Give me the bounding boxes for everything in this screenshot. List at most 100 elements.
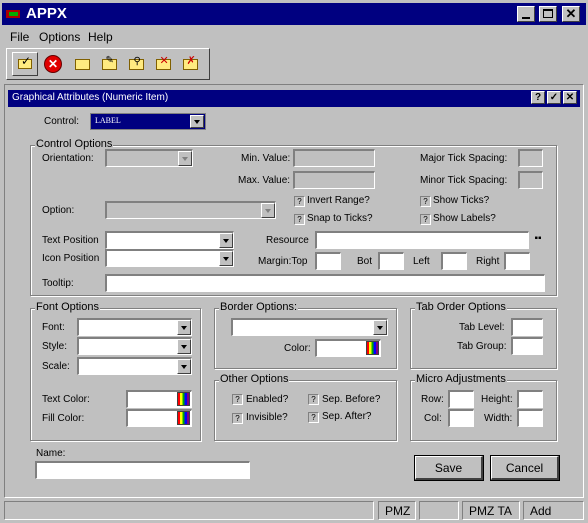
close-button[interactable]: ✕ <box>562 6 580 22</box>
chevron-down-icon[interactable] <box>219 251 233 266</box>
fill-color-label: Fill Color: <box>42 413 85 424</box>
border-color-field[interactable] <box>315 339 381 357</box>
font-select[interactable] <box>77 318 192 336</box>
search-folder-icon[interactable]: ⚲ <box>123 52 149 76</box>
minimize-button[interactable] <box>517 6 535 22</box>
width-label: Width: <box>484 413 513 424</box>
invert-range-checkbox[interactable]: ? <box>294 196 305 207</box>
window-title-bar: APPX ✕ <box>2 3 586 25</box>
major-tick-label: Major Tick Spacing: <box>420 153 508 164</box>
border-color-label: Color: <box>284 343 311 354</box>
option-label: Option: <box>42 205 75 216</box>
status-pmz: PMZ <box>378 501 416 520</box>
min-value-label: Min. Value: <box>241 153 291 164</box>
name-label: Name: <box>36 448 66 459</box>
width-field[interactable] <box>517 409 543 427</box>
margin-bot-field[interactable] <box>378 252 404 270</box>
tab-group-label: Tab Group: <box>457 341 507 352</box>
chevron-down-icon[interactable] <box>219 233 233 248</box>
margin-top-field[interactable] <box>315 252 341 270</box>
maximize-button[interactable] <box>539 6 557 22</box>
chevron-down-icon[interactable] <box>373 320 387 335</box>
menu-help[interactable]: Help <box>88 30 113 44</box>
border-options-title: Border Options: <box>219 301 299 313</box>
row-label: Row: <box>421 394 444 405</box>
margin-left-field[interactable] <box>441 252 467 270</box>
control-label: Control: <box>44 116 80 127</box>
menu-options[interactable]: Options <box>39 30 80 44</box>
height-field[interactable] <box>517 390 543 408</box>
dialog-title-bar: Graphical Attributes (Numeric Item) ? ✓ … <box>8 90 580 107</box>
sep-before-label: Sep. Before? <box>322 394 381 405</box>
minor-tick-label: Minor Tick Spacing: <box>420 175 508 186</box>
font-label: Font: <box>42 322 65 333</box>
style-select[interactable] <box>77 337 192 355</box>
color-palette-icon[interactable] <box>366 341 379 355</box>
row-field[interactable] <box>448 390 474 408</box>
chevron-down-icon[interactable] <box>177 339 191 354</box>
fill-color-field[interactable] <box>126 409 192 427</box>
save-button-label: Save <box>434 460 463 475</box>
border-select[interactable] <box>231 318 388 336</box>
control-options-title: Control Options <box>35 138 114 150</box>
min-value-field[interactable] <box>293 149 375 167</box>
name-field[interactable] <box>35 461 250 479</box>
margin-right-field[interactable] <box>504 252 530 270</box>
max-value-field[interactable] <box>293 171 375 189</box>
micro-adjustments-title: Micro Adjustments <box>415 373 507 385</box>
control-select[interactable]: LABEL <box>90 113 206 130</box>
font-options-title: Font Options <box>35 301 100 313</box>
sep-after-checkbox[interactable]: ? <box>308 412 319 423</box>
chevron-down-icon[interactable] <box>177 359 191 374</box>
chevron-down-icon[interactable] <box>190 115 204 128</box>
chevron-down-icon[interactable] <box>178 151 192 166</box>
save-button[interactable]: Save <box>414 455 484 481</box>
delete-folder-icon[interactable]: ✕ <box>150 52 176 76</box>
status-pmz-ta: PMZ TA <box>462 501 520 520</box>
enabled-checkbox[interactable]: ? <box>232 394 243 405</box>
binoculars-icon[interactable]: ▪▪ <box>531 232 545 246</box>
edit-folder-icon[interactable]: ✎ <box>96 52 122 76</box>
snap-to-ticks-checkbox[interactable]: ? <box>294 214 305 225</box>
col-field[interactable] <box>448 409 474 427</box>
max-value-label: Max. Value: <box>238 175 291 186</box>
tab-group-field[interactable] <box>511 337 543 355</box>
ok-button[interactable]: ✓ <box>547 91 561 104</box>
check-folder-icon[interactable]: ✓ <box>12 52 38 76</box>
text-position-select[interactable] <box>105 231 234 249</box>
icon-position-select[interactable] <box>105 249 234 267</box>
style-label: Style: <box>42 341 68 352</box>
tooltip-field[interactable] <box>105 274 545 292</box>
snap-to-ticks-label: Snap to Ticks? <box>307 213 373 224</box>
major-tick-field[interactable] <box>518 149 543 167</box>
option-select[interactable] <box>105 201 276 219</box>
help-button[interactable]: ? <box>531 91 545 104</box>
cancel-icon[interactable]: ✕ <box>40 52 66 76</box>
appx-logo-icon[interactable] <box>5 6 21 22</box>
invisible-checkbox[interactable]: ? <box>232 413 243 424</box>
orientation-select[interactable] <box>105 149 193 167</box>
sep-before-checkbox[interactable]: ? <box>308 394 319 405</box>
tab-level-field[interactable] <box>511 318 543 336</box>
text-color-field[interactable] <box>126 390 192 408</box>
icon-position-label: Icon Position <box>42 253 100 264</box>
cancel-button[interactable]: Cancel <box>490 455 560 481</box>
margin-right-label: Right <box>476 256 500 267</box>
color-palette-icon[interactable] <box>177 392 190 406</box>
chevron-down-icon[interactable] <box>177 320 191 335</box>
show-ticks-checkbox[interactable]: ? <box>420 196 431 207</box>
chevron-down-icon[interactable] <box>261 203 275 218</box>
resource-field[interactable] <box>315 231 529 249</box>
menu-file[interactable]: File <box>10 30 29 44</box>
resource-label: Resource <box>266 235 309 246</box>
minor-tick-field[interactable] <box>518 171 543 189</box>
show-labels-checkbox[interactable]: ? <box>420 214 431 225</box>
scale-select[interactable] <box>77 357 192 375</box>
new-folder-icon[interactable] <box>69 52 95 76</box>
status-blank <box>419 501 459 520</box>
dialog-close-button[interactable]: ✕ <box>563 91 577 104</box>
remove-folder-icon[interactable]: ✗ <box>177 52 203 76</box>
tooltip-label: Tooltip: <box>42 278 74 289</box>
color-palette-icon[interactable] <box>177 411 190 425</box>
text-color-label: Text Color: <box>42 394 90 405</box>
